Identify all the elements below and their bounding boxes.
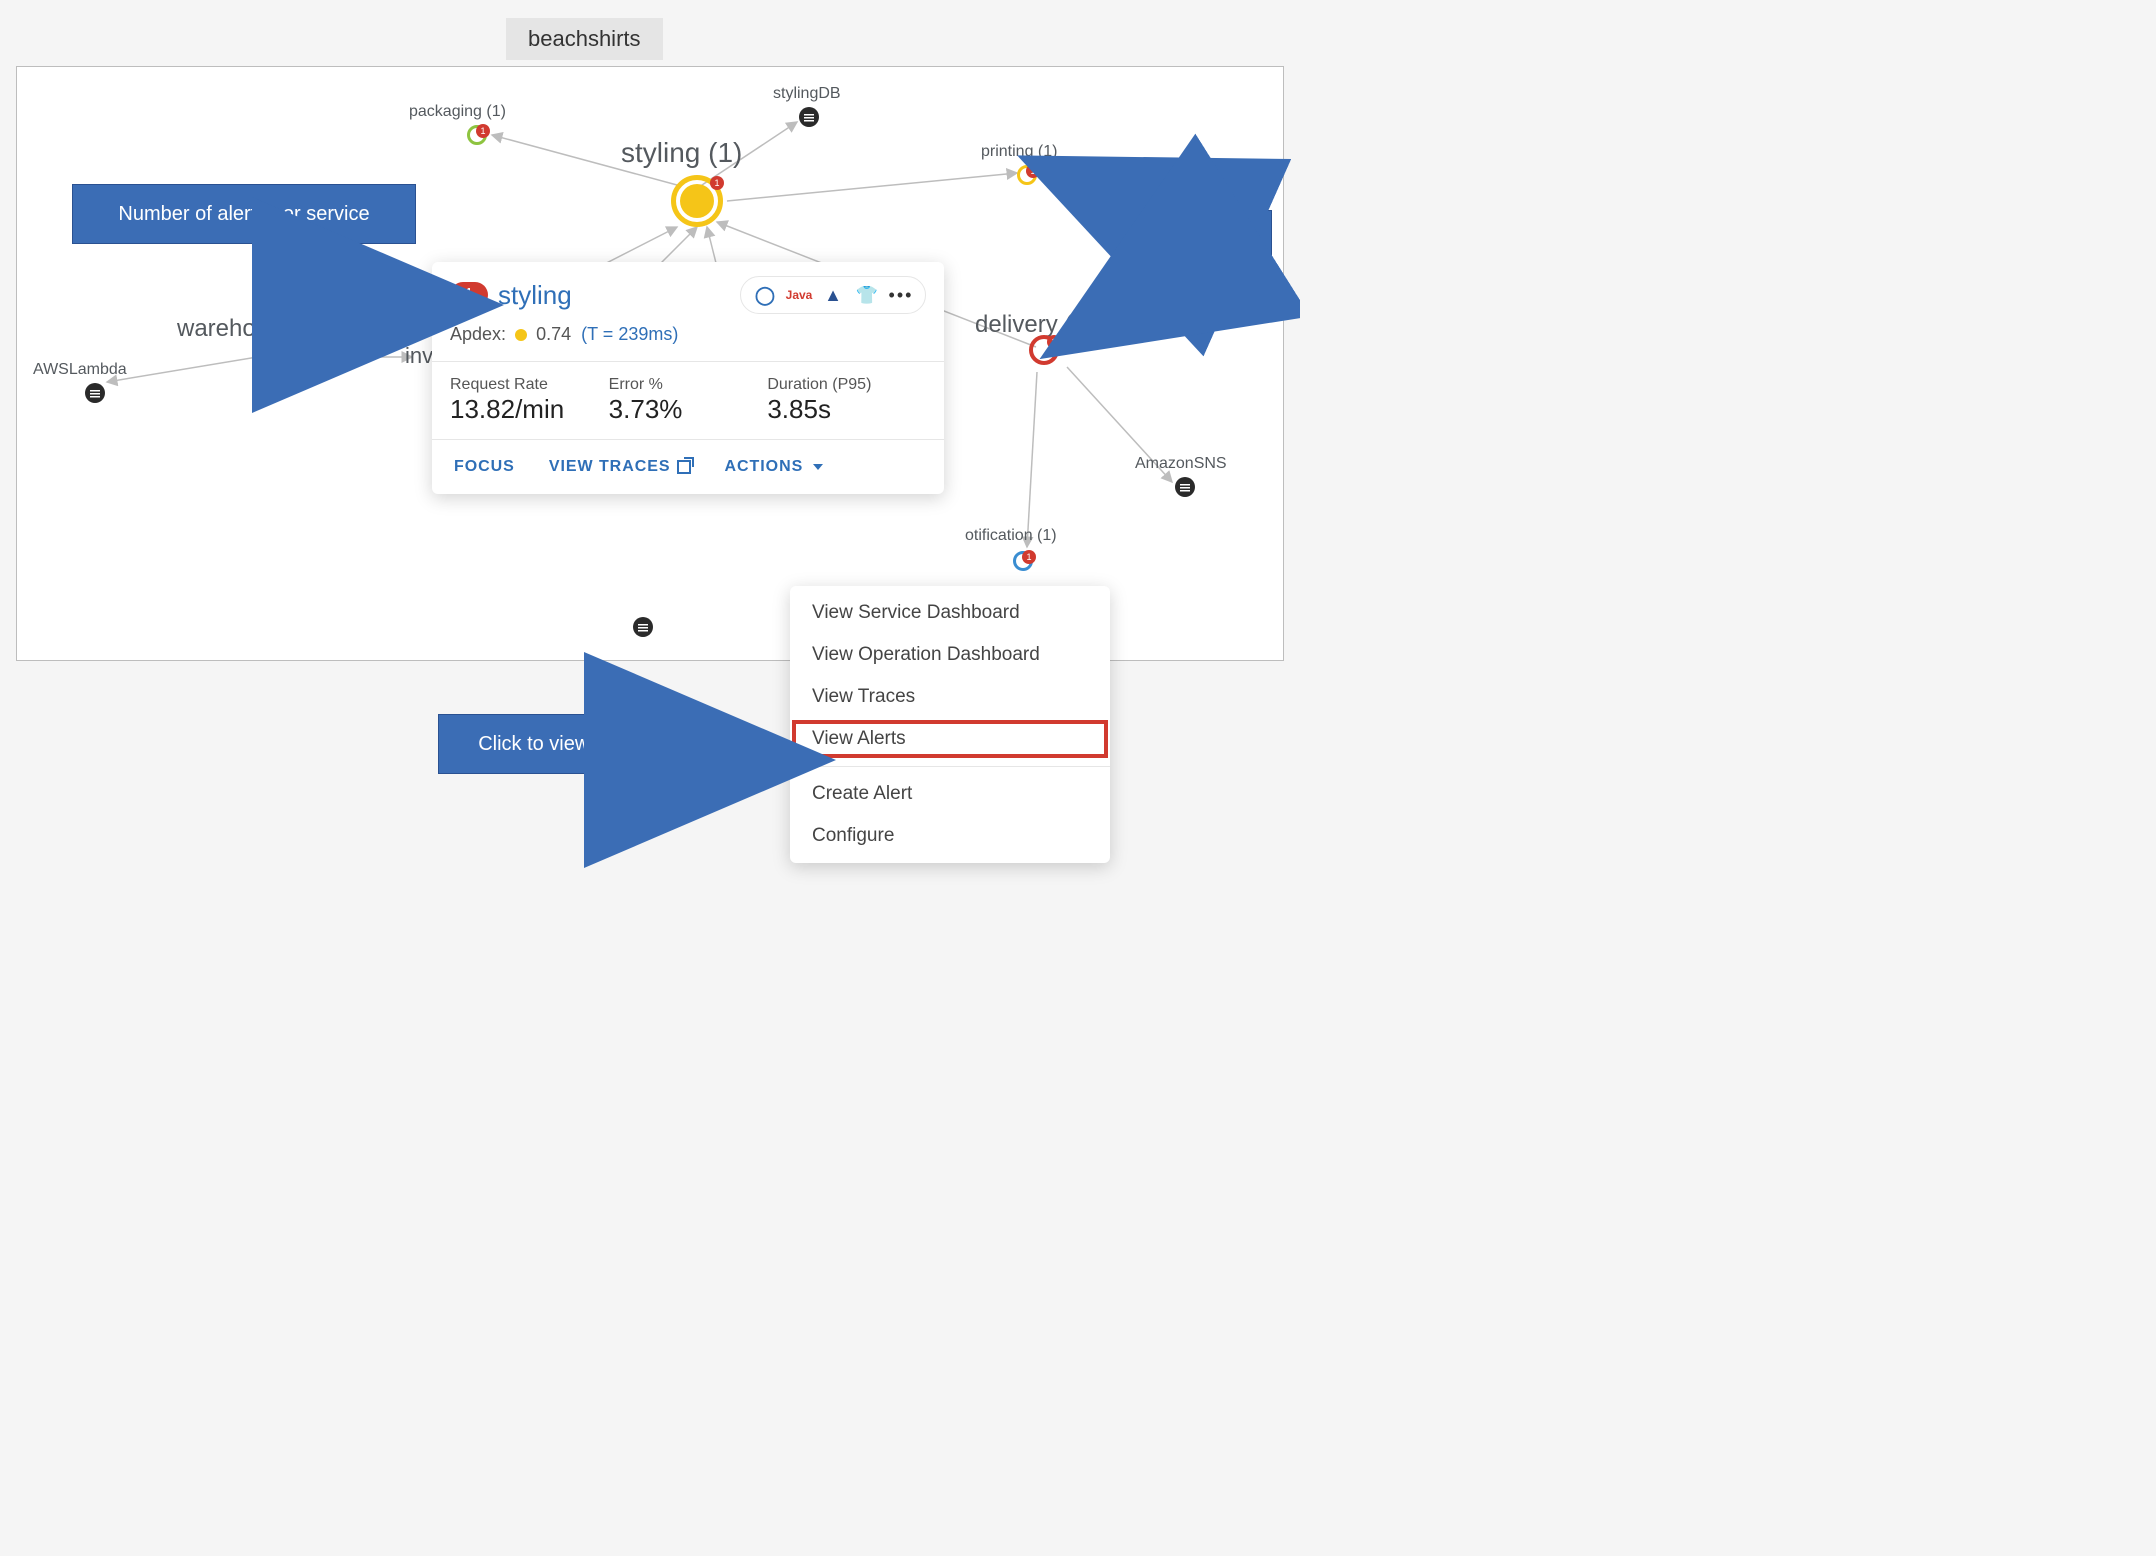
actions-dropdown-button[interactable]: ACTIONS [725,458,824,476]
callout-alerts-per-service: Number of alerts per service [72,184,416,244]
awslambda-icon[interactable] [85,383,105,403]
callout-services-with-alerts: Services with alerts [1112,210,1272,296]
node-printing-label: printing (1) [981,143,1057,161]
alert-badge: 1 [710,176,724,190]
more-icon[interactable]: ••• [887,281,915,309]
alert-badge: 1 [1026,164,1040,178]
metric-request-rate-label: Request Rate [450,376,609,394]
database-icon[interactable] [799,107,819,127]
metric-error-value: 3.73% [609,394,768,425]
opentracing-icon: ◯ [751,281,779,309]
dropwizard-icon: ▲ [819,281,847,309]
node-inventory-label: inv [405,343,433,369]
apdex-threshold-link[interactable]: (T = 239ms) [581,324,678,344]
tshirt-icon: 👕 [853,281,881,309]
actions-dropdown-menu: View Service Dashboard View Operation Da… [790,586,1110,863]
node-printing[interactable]: 1 [1017,165,1037,185]
paymentsdb-icon[interactable] [633,617,653,637]
metric-duration-value: 3.85s [767,394,926,425]
callout-click-view-alerts: Click to view alerts [438,714,684,774]
node-awslambda-label: AWSLambda [33,361,127,379]
node-packaging[interactable]: 1 [467,125,487,145]
alert-count-pill[interactable]: 1 [450,282,488,308]
external-link-icon [677,460,691,474]
alert-badge: 1 [275,343,289,357]
app-title: beachshirts [506,18,663,60]
node-delivery-label: delivery (1) [975,311,1094,339]
node-stylingdb-label: stylingDB [773,85,841,103]
alert-badge: 1 [476,124,490,138]
alert-badge: 1 [1022,550,1036,564]
alert-badge: 1 [1047,335,1061,349]
dropdown-item-view-alerts[interactable]: View Alerts [790,718,1110,760]
apdex-row: Apdex: 0.74 (T = 239ms) [432,320,944,361]
metric-request-rate-value: 13.82/min [450,394,609,425]
java-icon: Java [785,281,813,309]
service-name-link[interactable]: styling [498,280,572,311]
node-packaging-label: packaging (1) [409,103,506,121]
metric-duration-label: Duration (P95) [767,376,926,394]
chevron-down-icon [813,464,823,470]
service-tooltip: 1 styling ◯ Java ▲ 👕 ••• Apdex: 0.74 (T … [432,262,944,494]
dropdown-item-view-traces[interactable]: View Traces [790,676,1110,718]
dropdown-item-create-alert[interactable]: Create Alert [790,773,1110,815]
dropdown-item-view-service-dashboard[interactable]: View Service Dashboard [790,592,1110,634]
node-amazonsns-label: AmazonSNS [1135,455,1227,473]
node-notification-label: otification (1) [965,527,1057,545]
apdex-status-dot [515,329,527,341]
node-styling-label: styling (1) [621,137,742,169]
node-delivery[interactable]: 1 [1029,335,1059,365]
view-traces-button[interactable]: VIEW TRACES [549,458,691,476]
dropdown-item-configure[interactable]: Configure [790,815,1110,857]
node-warehouse[interactable]: 1 [257,343,287,373]
node-notification[interactable]: 1 [1013,551,1033,571]
focus-button[interactable]: FOCUS [454,458,515,476]
metrics-row: Request Rate 13.82/min Error % 3.73% Dur… [432,361,944,440]
amazonsns-icon[interactable] [1175,477,1195,497]
node-warehouse-label: warehouse (1) [177,315,330,343]
metric-error-label: Error % [609,376,768,394]
dropdown-item-view-operation-dashboard[interactable]: View Operation Dashboard [790,634,1110,676]
dropdown-divider [790,766,1110,767]
node-styling[interactable]: 1 [671,175,723,227]
tech-icon-strip: ◯ Java ▲ 👕 ••• [740,276,926,314]
